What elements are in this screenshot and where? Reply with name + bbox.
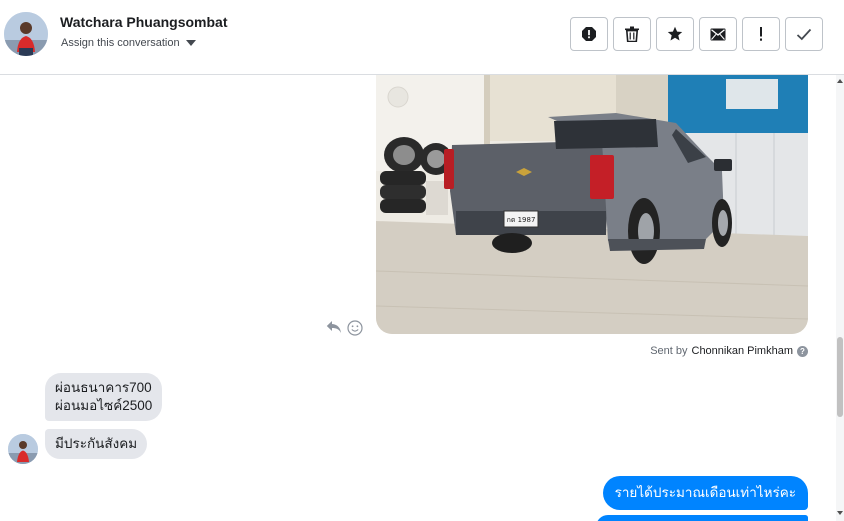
help-icon[interactable]: ? [797,345,808,357]
message-list[interactable]: กต 1987 Sent by Chonnikan Pimkham ? ผ่อน… [0,75,836,521]
reply-icon[interactable] [326,320,342,339]
reaction-icon[interactable] [347,320,363,341]
message-line: ผ่อนมอไซค์2500 [55,398,153,413]
delete-button[interactable] [613,17,651,51]
contact-name[interactable]: Watchara Phuangsombat [60,14,228,30]
check-icon [796,28,812,40]
conversation-scrollbar[interactable] [836,75,844,521]
sender-avatar[interactable] [8,434,38,464]
star-icon [667,26,683,41]
caret-down-icon [185,40,196,46]
inbox-thread: Watchara Phuangsombat Assign this conver… [0,0,844,521]
scroll-down-arrow-icon[interactable] [836,509,844,517]
scroll-thumb[interactable] [837,337,843,417]
exclamation-icon [760,27,762,41]
trash-icon [625,26,639,42]
sent-by-label: Sent by Chonnikan Pimkham ? [650,345,808,357]
mark-spam-button[interactable] [570,17,608,51]
spam-icon [582,27,596,41]
thread-header: Watchara Phuangsombat Assign this conver… [0,0,844,75]
message-line: มีประกันสังคม [55,436,138,451]
envelope-icon [710,28,726,40]
assign-conversation-dropdown[interactable]: Assign this conversation [61,37,196,49]
svg-text:กต 1987: กต 1987 [507,216,536,224]
scroll-up-arrow-icon[interactable] [836,77,844,85]
outgoing-message[interactable] [596,515,808,521]
sent-by-prefix: Sent by [650,345,688,357]
assign-label: Assign this conversation [61,37,180,49]
contact-avatar[interactable] [4,12,48,56]
incoming-message[interactable]: ผ่อนธนาคาร700 ผ่อนมอไซค์2500 [45,373,163,421]
incoming-message[interactable]: มีประกันสังคม [45,429,148,459]
image-attachment[interactable]: กต 1987 [376,75,808,334]
star-button[interactable] [656,17,694,51]
mark-unread-button[interactable] [699,17,737,51]
mark-done-button[interactable] [785,17,823,51]
follow-up-button[interactable] [742,17,780,51]
sender-name: Chonnikan Pimkham [691,345,794,357]
thread-actions [570,17,823,51]
message-line: ผ่อนธนาคาร700 [55,380,152,395]
outgoing-message[interactable]: รายได้ประมาณเดือนเท่าไหร่คะ [602,476,808,510]
